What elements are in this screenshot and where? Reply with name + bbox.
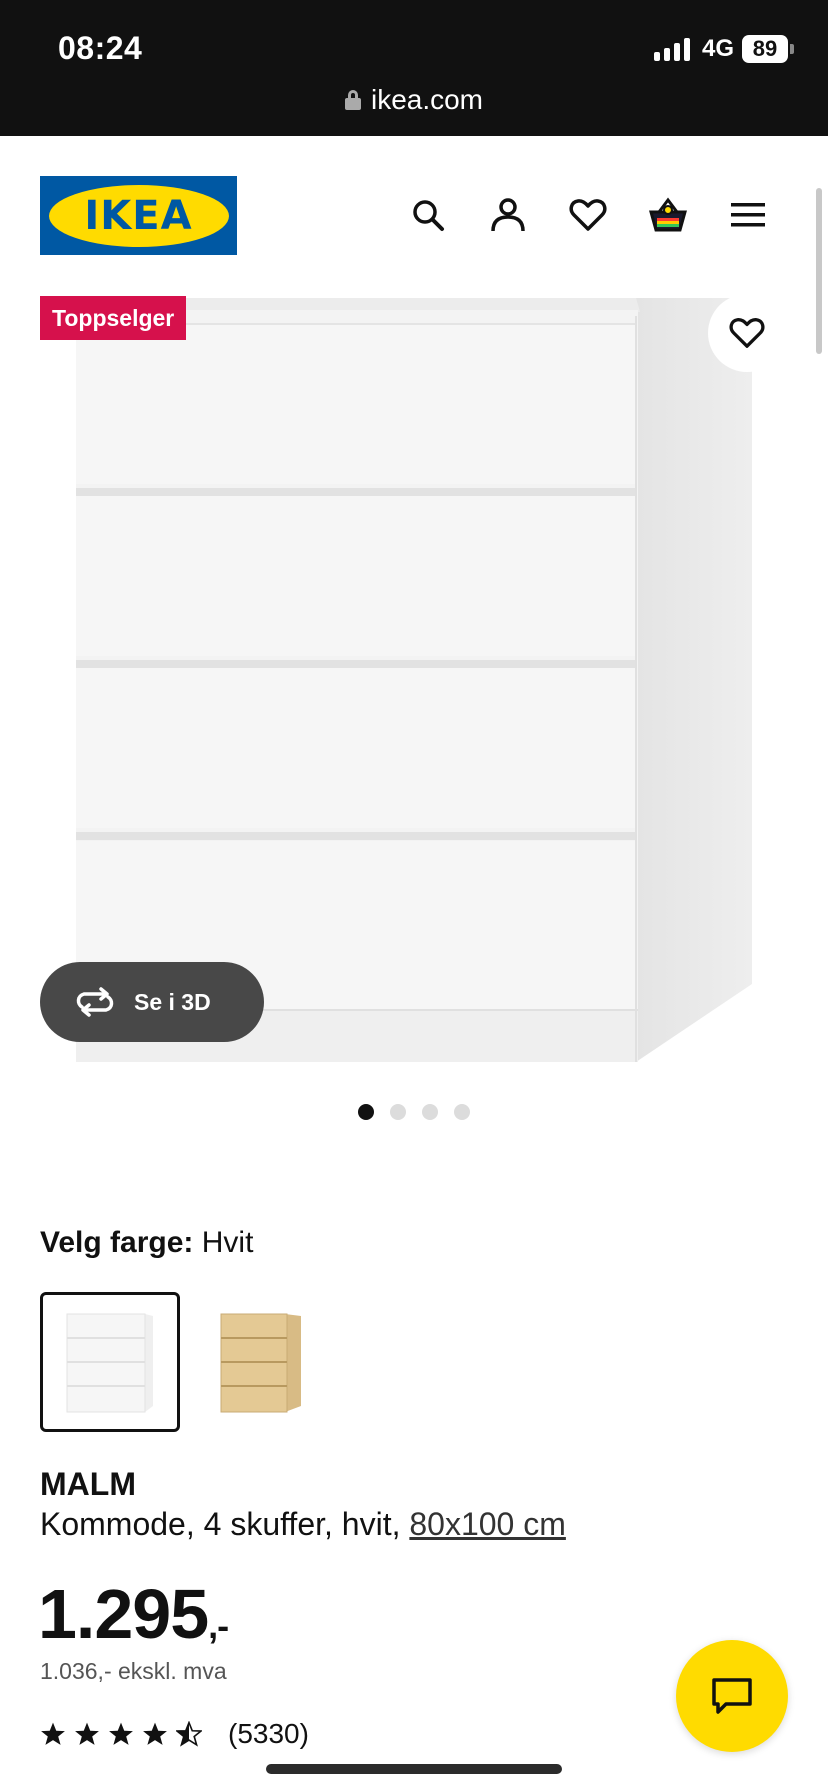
status-bar: 08:24 4G 89 ikea.com <box>0 0 828 136</box>
view-3d-label: Se i 3D <box>134 988 211 1015</box>
home-indicator[interactable] <box>266 1764 562 1774</box>
top-seller-badge: Toppselger <box>40 296 187 340</box>
lock-icon <box>344 90 361 110</box>
color-swatch-oak[interactable] <box>188 1292 328 1432</box>
selected-color: Hvit <box>201 1226 254 1259</box>
search-icon[interactable] <box>405 192 451 238</box>
chat-button[interactable] <box>676 1640 788 1752</box>
product-price: 1.295,- <box>38 1574 229 1654</box>
color-selector-label: Velg farge: Hvit <box>40 1226 253 1260</box>
carousel-dot-2[interactable] <box>390 1104 406 1120</box>
half-star-icon <box>176 1721 202 1747</box>
site-header: IKEA <box>0 136 828 284</box>
add-to-favorites-button[interactable] <box>708 294 786 372</box>
rating-count: (5330) <box>228 1718 309 1749</box>
network-type: 4G <box>701 35 734 62</box>
rating-stars <box>40 1721 202 1747</box>
star-icon <box>143 1722 167 1745</box>
view-3d-button[interactable]: Se i 3D <box>40 962 264 1042</box>
menu-icon[interactable] <box>725 192 771 238</box>
status-time: 08:24 <box>58 30 143 66</box>
account-icon[interactable] <box>485 192 531 238</box>
heart-icon <box>729 318 765 348</box>
product-description-text: Kommode, 4 skuffer, hvit, <box>40 1506 410 1542</box>
scrollbar[interactable] <box>816 188 822 354</box>
product-size-link[interactable]: 80x100 cm <box>409 1506 566 1542</box>
signal-icon <box>653 37 690 61</box>
product-name: MALM <box>40 1466 136 1502</box>
url-text: ikea.com <box>370 84 484 115</box>
color-swatch-white[interactable] <box>40 1292 180 1432</box>
shopping-bag-icon[interactable] <box>645 192 691 238</box>
star-icon <box>109 1722 133 1745</box>
address-bar[interactable]: ikea.com <box>0 84 828 116</box>
image-carousel-dots <box>0 1104 828 1120</box>
status-indicators: 4G 89 <box>653 34 794 64</box>
price-suffix: ,- <box>208 1605 229 1646</box>
product-description: Kommode, 4 skuffer, hvit, 80x100 cm <box>40 1506 566 1543</box>
price-value: 1.295 <box>38 1575 209 1653</box>
star-icon <box>41 1722 65 1745</box>
battery-level: 89 <box>742 35 788 63</box>
battery-icon: 89 <box>742 35 794 63</box>
carousel-dot-1[interactable] <box>358 1104 374 1120</box>
chat-icon <box>712 1678 752 1714</box>
star-icon <box>75 1722 99 1745</box>
carousel-dot-3[interactable] <box>422 1104 438 1120</box>
price-excluding-vat: 1.036,- ekskl. mva <box>40 1658 227 1684</box>
color-label-prefix: Velg farge: <box>40 1226 194 1259</box>
heart-icon[interactable] <box>565 192 611 238</box>
rotate-3d-icon <box>76 987 114 1017</box>
carousel-dot-4[interactable] <box>454 1104 470 1120</box>
product-rating[interactable]: (5330) <box>40 1718 309 1750</box>
